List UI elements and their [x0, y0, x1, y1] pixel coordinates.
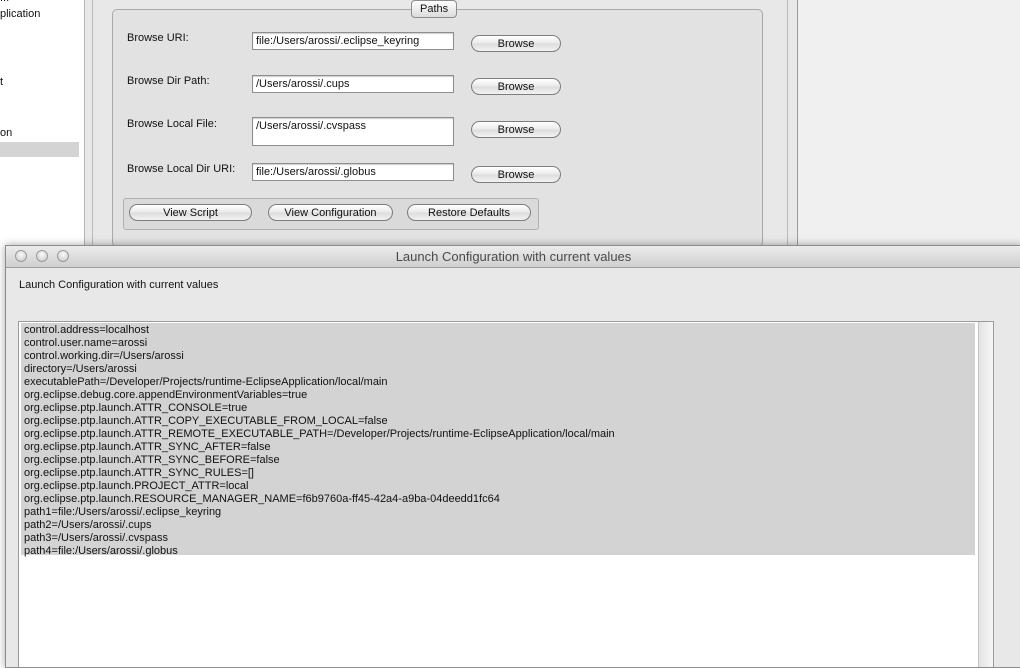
config-line: org.eclipse.ptp.launch.PROJECT_ATTR=loca… — [24, 480, 249, 492]
config-line: path3=/Users/arossi/.cvspass — [24, 532, 168, 544]
browse-dir-path-label: Browse Dir Path: — [127, 75, 210, 87]
browse-uri-field[interactable]: file:/Users/arossi/.eclipse_keyring — [252, 32, 454, 50]
browse-local-file-field[interactable]: /Users/arossi/.cvspass — [252, 117, 454, 146]
browse-uri-button[interactable]: Browse — [471, 35, 561, 52]
restore-defaults-button[interactable]: Restore Defaults — [407, 204, 531, 221]
config-line: org.eclipse.debug.core.appendEnvironment… — [24, 389, 308, 401]
left-list-item[interactable]: ... — [0, 0, 9, 4]
window-title: Launch Configuration with current values — [395, 249, 632, 264]
browse-local-file-label: Browse Local File: — [127, 118, 217, 130]
browse-dir-path-button[interactable]: Browse — [471, 78, 561, 95]
browse-local-dir-uri-label: Browse Local Dir URI: — [127, 163, 236, 175]
config-line: org.eclipse.ptp.launch.ATTR_SYNC_AFTER=f… — [24, 441, 271, 453]
view-script-button[interactable]: View Script — [129, 204, 252, 221]
config-line: org.eclipse.ptp.launch.RESOURCE_MANAGER_… — [24, 493, 500, 505]
left-list-item[interactable]: t — [0, 76, 3, 88]
config-line: path2=/Users/arossi/.cups — [24, 519, 152, 531]
config-line: org.eclipse.ptp.launch.ATTR_REMOTE_EXECU… — [24, 428, 615, 440]
config-line: org.eclipse.ptp.launch.ATTR_COPY_EXECUTA… — [24, 415, 388, 427]
config-line: org.eclipse.ptp.launch.ATTR_SYNC_BEFORE=… — [24, 454, 280, 466]
configuration-lines: control.address=localhost control.user.na… — [24, 324, 615, 558]
launch-configuration-window: Launch Configuration with current values… — [5, 245, 1020, 668]
background-desktop — [798, 0, 1020, 245]
left-list-item[interactable]: plication — [0, 8, 40, 20]
vertical-scrollbar[interactable] — [978, 322, 993, 667]
paths-group-title: Paths — [411, 0, 458, 18]
config-line: directory=/Users/arossi — [24, 363, 137, 375]
left-list-item[interactable]: on — [0, 127, 12, 139]
browse-local-dir-uri-button[interactable]: Browse — [471, 166, 561, 183]
config-line: path4=file:/Users/arossi/.globus — [24, 545, 178, 557]
left-tree-panel — [0, 0, 85, 245]
config-line: control.address=localhost — [24, 324, 150, 336]
browse-local-file-button[interactable]: Browse — [471, 121, 561, 138]
config-line: org.eclipse.ptp.launch.ATTR_CONSOLE=true — [24, 402, 248, 414]
window-titlebar[interactable]: Launch Configuration with current values — [6, 246, 1020, 268]
config-line: org.eclipse.ptp.launch.ATTR_SYNC_RULES=[… — [24, 467, 254, 479]
browse-dir-path-field[interactable]: /Users/arossi/.cups — [252, 75, 454, 93]
browse-uri-label: Browse URI: — [127, 32, 189, 44]
view-configuration-button[interactable]: View Configuration — [268, 204, 393, 221]
configuration-text-area[interactable]: control.address=localhost control.user.na… — [18, 321, 994, 667]
config-line: executablePath=/Developer/Projects/runti… — [24, 376, 388, 388]
browse-local-dir-uri-field[interactable]: file:/Users/arossi/.globus — [252, 163, 454, 181]
config-line: control.working.dir=/Users/arossi — [24, 350, 184, 362]
window-subtitle: Launch Configuration with current values — [19, 279, 219, 291]
config-line: control.user.name=arossi — [24, 337, 148, 349]
config-line: path1=file:/Users/arossi/.eclipse_keyrin… — [24, 506, 222, 518]
left-list-selection — [0, 142, 79, 157]
